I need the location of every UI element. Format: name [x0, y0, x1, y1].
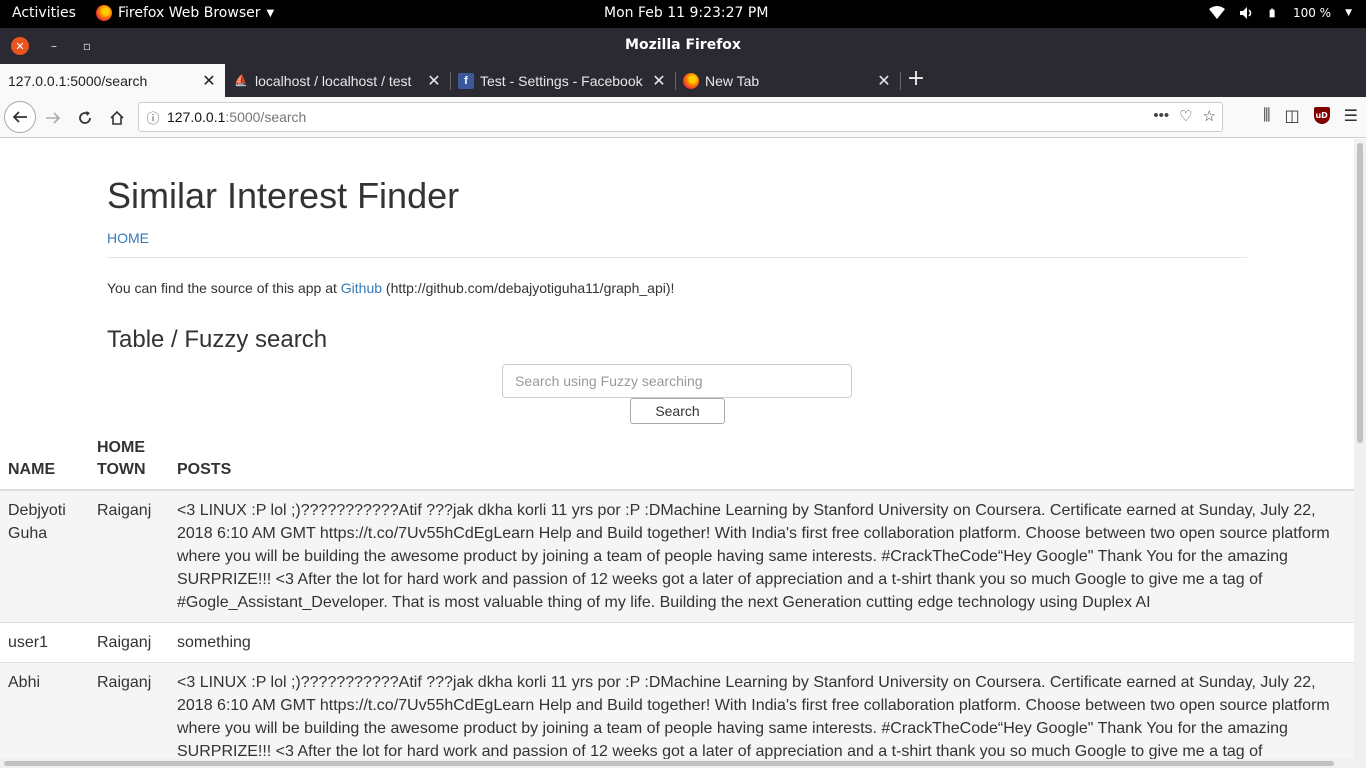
table-row: user1 Raiganj something	[0, 622, 1354, 663]
forward-arrow-icon	[46, 112, 61, 124]
vertical-scrollbar[interactable]	[1354, 139, 1366, 768]
home-icon	[110, 110, 124, 125]
table-row: Debjyoti Guha Raiganj <3 LINUX :P lol ;)…	[0, 489, 1354, 623]
cell-posts: something	[169, 622, 1354, 663]
battery-percent: 100 %	[1292, 6, 1332, 20]
github-link[interactable]: Github	[341, 280, 382, 296]
close-tab-icon[interactable]: ✕	[201, 71, 217, 91]
phpmyadmin-icon: ⛵	[234, 75, 248, 87]
table-row: Abhi Raiganj <3 LINUX :P lol ;)?????????…	[0, 662, 1354, 759]
caret-down-icon: ▼	[1345, 8, 1352, 18]
source-suffix: (http://github.com/debajyotiguha11/graph…	[382, 280, 675, 296]
horizontal-scrollbar[interactable]	[0, 759, 1354, 768]
tab-separator	[900, 72, 901, 90]
fuzzy-search-input[interactable]	[502, 364, 852, 398]
close-tab-icon[interactable]: ✕	[876, 71, 892, 91]
window-title-bar: ✕ – ▫ Mozilla Firefox	[0, 28, 1366, 64]
facebook-icon: f	[458, 72, 474, 89]
clock[interactable]: Mon Feb 11 9:23:27 PM	[604, 5, 768, 21]
ublock-origin-icon[interactable]: uD	[1313, 106, 1330, 124]
url-host: 127.0.0.1	[167, 109, 226, 125]
window-title: Mozilla Firefox	[625, 37, 741, 53]
os-top-bar: Activities Firefox Web Browser ▼ Mon Feb…	[0, 0, 1366, 28]
cell-home-town: Raiganj	[89, 622, 169, 663]
sidebar-icon[interactable]: ◫	[1285, 106, 1300, 125]
cell-name: Debjyoti Guha	[0, 489, 89, 623]
caret-down-icon: ▼	[266, 7, 275, 19]
tab-label: New Tab	[705, 72, 760, 89]
hamburger-menu-icon[interactable]: ☰	[1344, 106, 1358, 125]
activities-button[interactable]: Activities	[12, 5, 76, 21]
search-button[interactable]: Search	[630, 398, 725, 424]
reload-button[interactable]	[72, 105, 98, 131]
app-menu[interactable]: Firefox Web Browser ▼	[96, 5, 274, 21]
pocket-icon[interactable]: ♡	[1179, 107, 1192, 125]
firefox-icon	[96, 5, 112, 21]
cell-posts: <3 LINUX :P lol ;)???????????Atif ???jak…	[169, 489, 1354, 623]
scrollbar-thumb[interactable]	[1357, 143, 1363, 443]
url-bar[interactable]: ⓘ 127.0.0.1:5000/search ••• ♡ ☆	[138, 102, 1223, 132]
battery-icon	[1269, 8, 1275, 18]
tab-new-tab[interactable]: New Tab ✕	[675, 64, 900, 97]
tab-phpmyadmin[interactable]: ⛵ localhost / localhost / test ✕	[225, 64, 450, 97]
tab-label: localhost / localhost / test	[255, 72, 412, 89]
column-header-home-town: HOME TOWN	[89, 429, 169, 491]
tab-label: Test - Settings - Facebook	[480, 72, 643, 89]
url-path: :5000/search	[225, 109, 307, 125]
table-header-row: NAME HOME TOWN POSTS	[0, 429, 1354, 491]
tab-search[interactable]: 127.0.0.1:5000/search ✕	[0, 64, 225, 97]
page-content: Similar Interest Finder HOME You can fin…	[0, 139, 1354, 759]
close-tab-icon[interactable]: ✕	[651, 71, 667, 91]
tab-label: 127.0.0.1:5000/search	[8, 72, 148, 89]
volume-icon	[1239, 7, 1252, 19]
wifi-icon	[1208, 6, 1225, 19]
back-arrow-icon	[12, 111, 27, 123]
forward-button[interactable]	[40, 105, 66, 131]
column-header-name: NAME	[0, 429, 89, 491]
column-header-posts: POSTS	[169, 429, 1354, 491]
cell-name: user1	[0, 622, 89, 663]
home-button[interactable]	[104, 105, 130, 131]
reload-icon	[79, 111, 91, 124]
navigation-toolbar: ⓘ 127.0.0.1:5000/search ••• ♡ ☆ ⫼ ◫ uD ☰	[0, 97, 1366, 138]
cell-home-town: Raiganj	[89, 489, 169, 623]
scrollbar-thumb[interactable]	[4, 761, 1334, 766]
site-info-icon[interactable]: ⓘ	[139, 108, 167, 127]
bookmark-star-icon[interactable]: ☆	[1203, 107, 1216, 125]
source-text: You can find the source of this app at G…	[107, 280, 674, 296]
divider	[107, 257, 1247, 258]
page-actions-icon[interactable]: •••	[1153, 107, 1169, 125]
page-title: Similar Interest Finder	[107, 175, 460, 216]
back-button[interactable]	[4, 101, 36, 133]
cell-home-town: Raiganj	[89, 662, 169, 759]
app-menu-label: Firefox Web Browser	[118, 5, 261, 21]
library-icon[interactable]: ⫼	[1263, 105, 1270, 125]
source-prefix: You can find the source of this app at	[107, 280, 341, 296]
section-title: Table / Fuzzy search	[107, 326, 328, 353]
cell-posts: <3 LINUX :P lol ;)???????????Atif ???jak…	[169, 662, 1354, 759]
cell-name: Abhi	[0, 662, 89, 759]
firefox-icon	[683, 72, 699, 89]
new-tab-button[interactable]: +	[904, 68, 928, 92]
system-tray[interactable]: 100 % ▼	[1208, 6, 1352, 20]
home-link[interactable]: HOME	[107, 230, 149, 246]
close-tab-icon[interactable]: ✕	[426, 71, 442, 91]
results-table: NAME HOME TOWN POSTS Debjyoti Guha Raiga…	[0, 429, 1354, 759]
tab-facebook[interactable]: f Test - Settings - Facebook ✕	[450, 64, 675, 97]
tab-strip: 127.0.0.1:5000/search ✕ ⛵ localhost / lo…	[0, 64, 1366, 97]
